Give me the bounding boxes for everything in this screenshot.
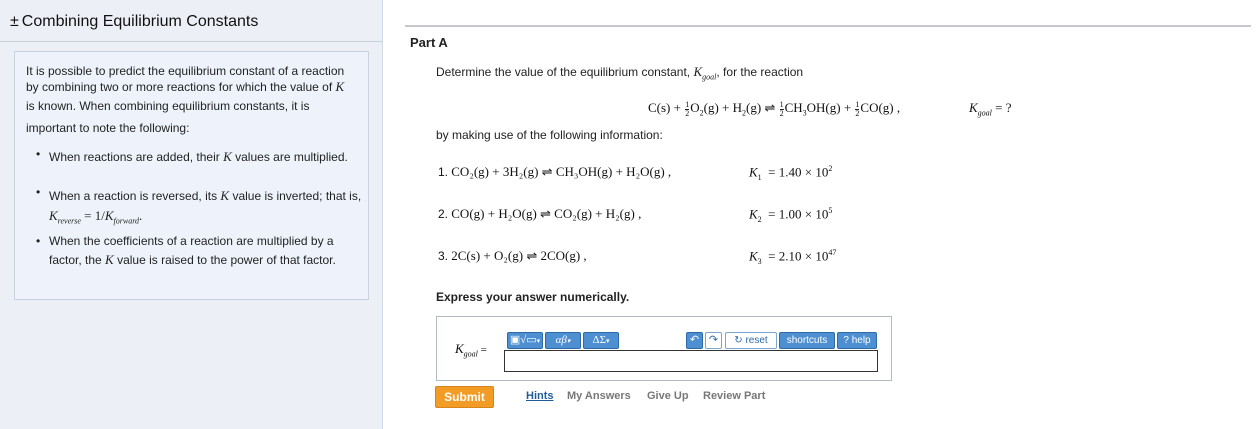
- part-divider: [405, 25, 1251, 27]
- k1-value: K1 = 1.40 × 102: [749, 164, 833, 182]
- question-part2: , for the reaction: [716, 65, 804, 79]
- bullet-dot: •: [36, 147, 41, 161]
- reaction-3: 3. 2C(s) + O₂(g) ⇌ 2CO(g) ,: [438, 248, 587, 263]
- my-answers-link[interactable]: My Answers: [567, 390, 631, 402]
- undo-icon[interactable]: ↶: [686, 332, 703, 349]
- give-up-link[interactable]: Give Up: [647, 390, 689, 402]
- sidebar: ± Combining Equilibrium Constants It is p…: [0, 0, 383, 429]
- bullet-dot: •: [36, 185, 41, 199]
- reaction-2: 2. CO(g) + H₂O(g) ⇌ CO₂(g) + H₂(g) ,: [438, 206, 642, 221]
- answer-label: Kgoal =: [455, 341, 487, 359]
- sidebar-divider: [0, 41, 382, 42]
- intro-text: It is possible to predict the equilibriu…: [26, 63, 346, 139]
- bullet-1-text-a: When reactions are added, their: [49, 150, 220, 164]
- part-label: Part A: [410, 35, 448, 50]
- fraction-half: 12: [855, 99, 860, 118]
- answer-input[interactable]: [504, 350, 878, 372]
- reset-button[interactable]: ↻ reset: [725, 332, 777, 349]
- fraction-half: 12: [685, 99, 690, 118]
- collapse-toggle-icon[interactable]: ±: [10, 13, 19, 30]
- bullet-3-k: K: [105, 252, 114, 267]
- redo-icon[interactable]: ↷: [705, 332, 722, 349]
- help-button[interactable]: ? help: [837, 332, 877, 349]
- templates-button[interactable]: ▣√▭▾: [507, 332, 543, 349]
- bullet-1: • When reactions are added, their K valu…: [36, 146, 369, 168]
- info-text: by making use of the following informati…: [436, 128, 663, 142]
- bullet-2-k: K: [220, 188, 230, 203]
- bullet-dot: •: [36, 234, 41, 248]
- hints-link[interactable]: Hints: [526, 390, 554, 402]
- review-part-link[interactable]: Review Part: [703, 390, 765, 402]
- greek-symbols-button[interactable]: αβ▾: [545, 332, 581, 349]
- intro-text-part2: is known. When combining equilibrium con…: [26, 99, 310, 135]
- bullet-3: • When the coefficients of a reaction ar…: [36, 233, 369, 272]
- answer-instruction: Express your answer numerically.: [436, 290, 630, 304]
- reaction-1: 1. CO₂(g) + 3H₂(g) ⇌ CH₃OH(g) + H₂O(g) ,: [438, 164, 672, 179]
- bullet-2-text-b: value is inverted; that is,: [232, 189, 362, 203]
- k-reverse-formula: Kreverse = 1/Kforward.: [49, 208, 143, 226]
- sidebar-title[interactable]: ± Combining Equilibrium Constants: [10, 13, 258, 31]
- answer-box: Kgoal = ▣√▭▾ αβ▾ ΔΣ▾ ↶ ↷ ↻ reset shortcu…: [436, 316, 892, 381]
- bullet-1-k: K: [223, 149, 232, 164]
- math-symbols-button[interactable]: ΔΣ▾: [583, 332, 619, 349]
- sidebar-title-text: Combining Equilibrium Constants: [21, 13, 259, 30]
- question-part1: Determine the value of the equilibrium c…: [436, 65, 691, 79]
- shortcuts-button[interactable]: shortcuts: [779, 332, 835, 349]
- bullet-2: • When a reaction is reversed, its K val…: [36, 184, 369, 230]
- intro-text-part1: It is possible to predict the equilibriu…: [26, 64, 345, 94]
- goal-reaction: C(s) + 1 2 O2(g) + H2(g) ⇌ 1 2 CH3OH(g) + 12…: [648, 99, 901, 118]
- k3-value: K3 = 2.10 × 1047: [749, 248, 837, 266]
- question-text: Determine the value of the equilibrium c…: [436, 64, 803, 82]
- k2-value: K2 = 1.00 × 105: [749, 206, 833, 224]
- bullet-3-text-b: value is raised to the power of that fac…: [117, 253, 336, 267]
- bullet-1-text-b: values are multiplied.: [235, 150, 348, 164]
- intro-box: It is possible to predict the equilibriu…: [14, 51, 369, 300]
- intro-k-symbol: K: [335, 79, 345, 94]
- submit-button[interactable]: Submit: [435, 386, 494, 408]
- bullet-2-text-a: When a reaction is reversed, its: [49, 189, 218, 203]
- fraction-half: 12: [779, 99, 784, 118]
- k-goal-symbol: Kgoal: [693, 64, 717, 82]
- goal-k-unknown: Kgoal = ?: [969, 100, 1012, 118]
